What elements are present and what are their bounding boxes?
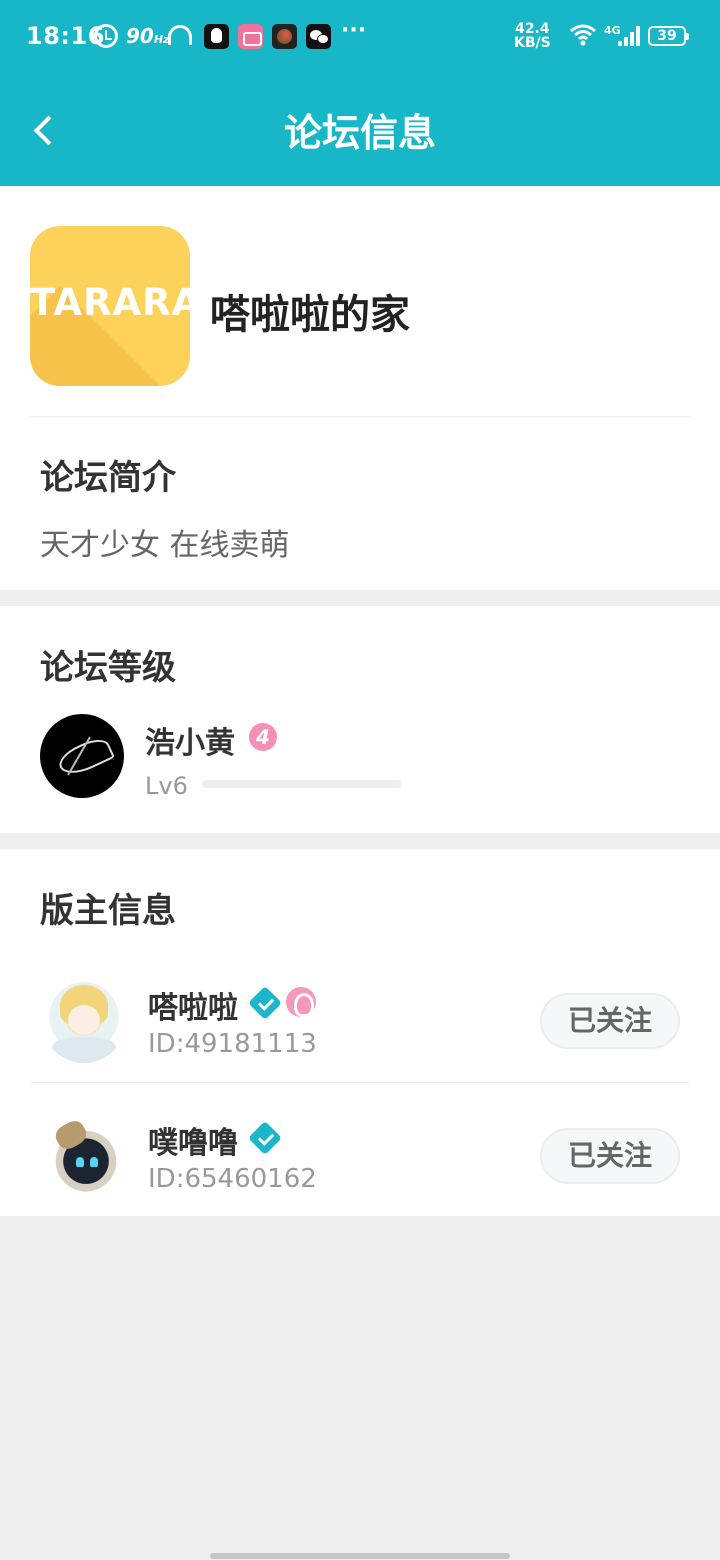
battery-icon: 39 [648,26,689,46]
app-header: 18:16 90Hz ··· 42.4 KB/S 4G 39 论坛信息 [0,0,720,186]
medal-icon [286,987,316,1017]
divider [30,1082,690,1083]
avatar-face [68,1005,100,1035]
user-badge-icon: 4 [249,723,277,751]
refresh-rate: 90Hz [126,24,169,48]
user-avatar[interactable] [40,714,124,798]
forum-info-card: TARARA 嗒啦啦的家 论坛简介 天才少女 在线卖萌 [0,186,720,590]
verified-icon [248,1121,282,1155]
moderator-avatar[interactable] [44,1115,128,1199]
forum-logo-text: TARARA [30,281,190,324]
intro-section-title: 论坛简介 [40,458,176,498]
forum-level-card: 论坛等级 浩小黄 4 Lv6 [0,606,720,833]
bilibili-notification-icon [238,24,263,49]
network-speed: 42.4 KB/S [514,22,551,50]
moderator-id: ID:49181113 [148,1029,317,1059]
moderators-section-title: 版主信息 [40,891,176,931]
app-notification-icon [272,24,297,49]
refresh-rate-value: 90 [126,24,154,48]
avatar-body [52,1037,116,1063]
wifi-icon [570,24,596,46]
home-indicator[interactable] [210,1553,510,1559]
moderators-card: 版主信息 嗒啦啦 ID:49181113 已关注 噗噜噜 ID:65460162… [0,849,720,1216]
signal-icon [618,26,642,46]
qq-notification-icon [204,24,229,49]
divider [30,416,690,417]
follow-button[interactable]: 已关注 [540,1128,680,1184]
page-title: 论坛信息 [283,111,436,155]
moderator-name[interactable]: 嗒啦啦 [148,983,238,1027]
moderator-avatar[interactable] [42,979,126,1063]
forum-logo: TARARA [30,226,190,386]
level-section-title: 论坛等级 [40,648,176,688]
alarm-icon [94,24,118,48]
forum-name: 嗒啦啦的家 [210,292,410,338]
moderator-id: ID:65460162 [148,1164,317,1194]
wechat-notification-icon [306,24,331,49]
follow-button[interactable]: 已关注 [540,993,680,1049]
avatar-accessory [52,1117,90,1153]
level-user-name[interactable]: 浩小黄 [145,718,235,762]
avatar-eye [90,1157,98,1167]
verified-icon [248,986,282,1020]
level-label: Lv6 [145,772,188,800]
status-bar: 18:16 90Hz ··· 42.4 KB/S 4G 39 [0,0,720,74]
forum-intro: 天才少女 在线卖萌 [40,528,290,563]
more-notifications-icon: ··· [341,18,367,43]
level-progress-bar [202,780,402,788]
network-speed-unit: KB/S [514,35,551,51]
avatar-eye [76,1157,84,1167]
moderator-name[interactable]: 噗噜噜 [148,1118,238,1162]
headset-icon [168,25,192,45]
